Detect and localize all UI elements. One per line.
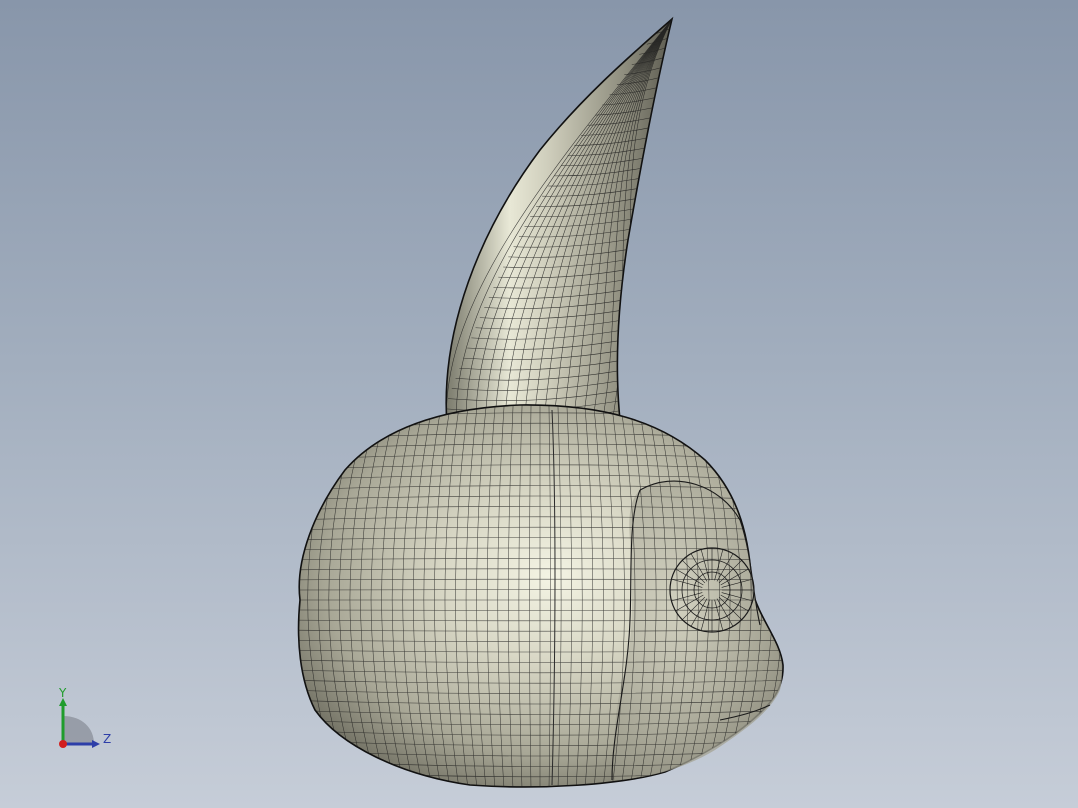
x-axis-origin-icon [59,740,67,748]
triad-plane-icon [63,716,94,744]
graphics-viewport[interactable]: Y Z [0,0,1078,808]
y-axis-label: Y [58,686,67,700]
horn-surface[interactable] [437,14,682,431]
z-axis-label: Z [103,732,111,746]
head-surface[interactable] [280,392,800,808]
horned-head-mesh-model[interactable] [0,0,1078,808]
z-axis-arrowhead-icon [92,740,100,748]
axis-triad: Y Z [58,686,111,748]
